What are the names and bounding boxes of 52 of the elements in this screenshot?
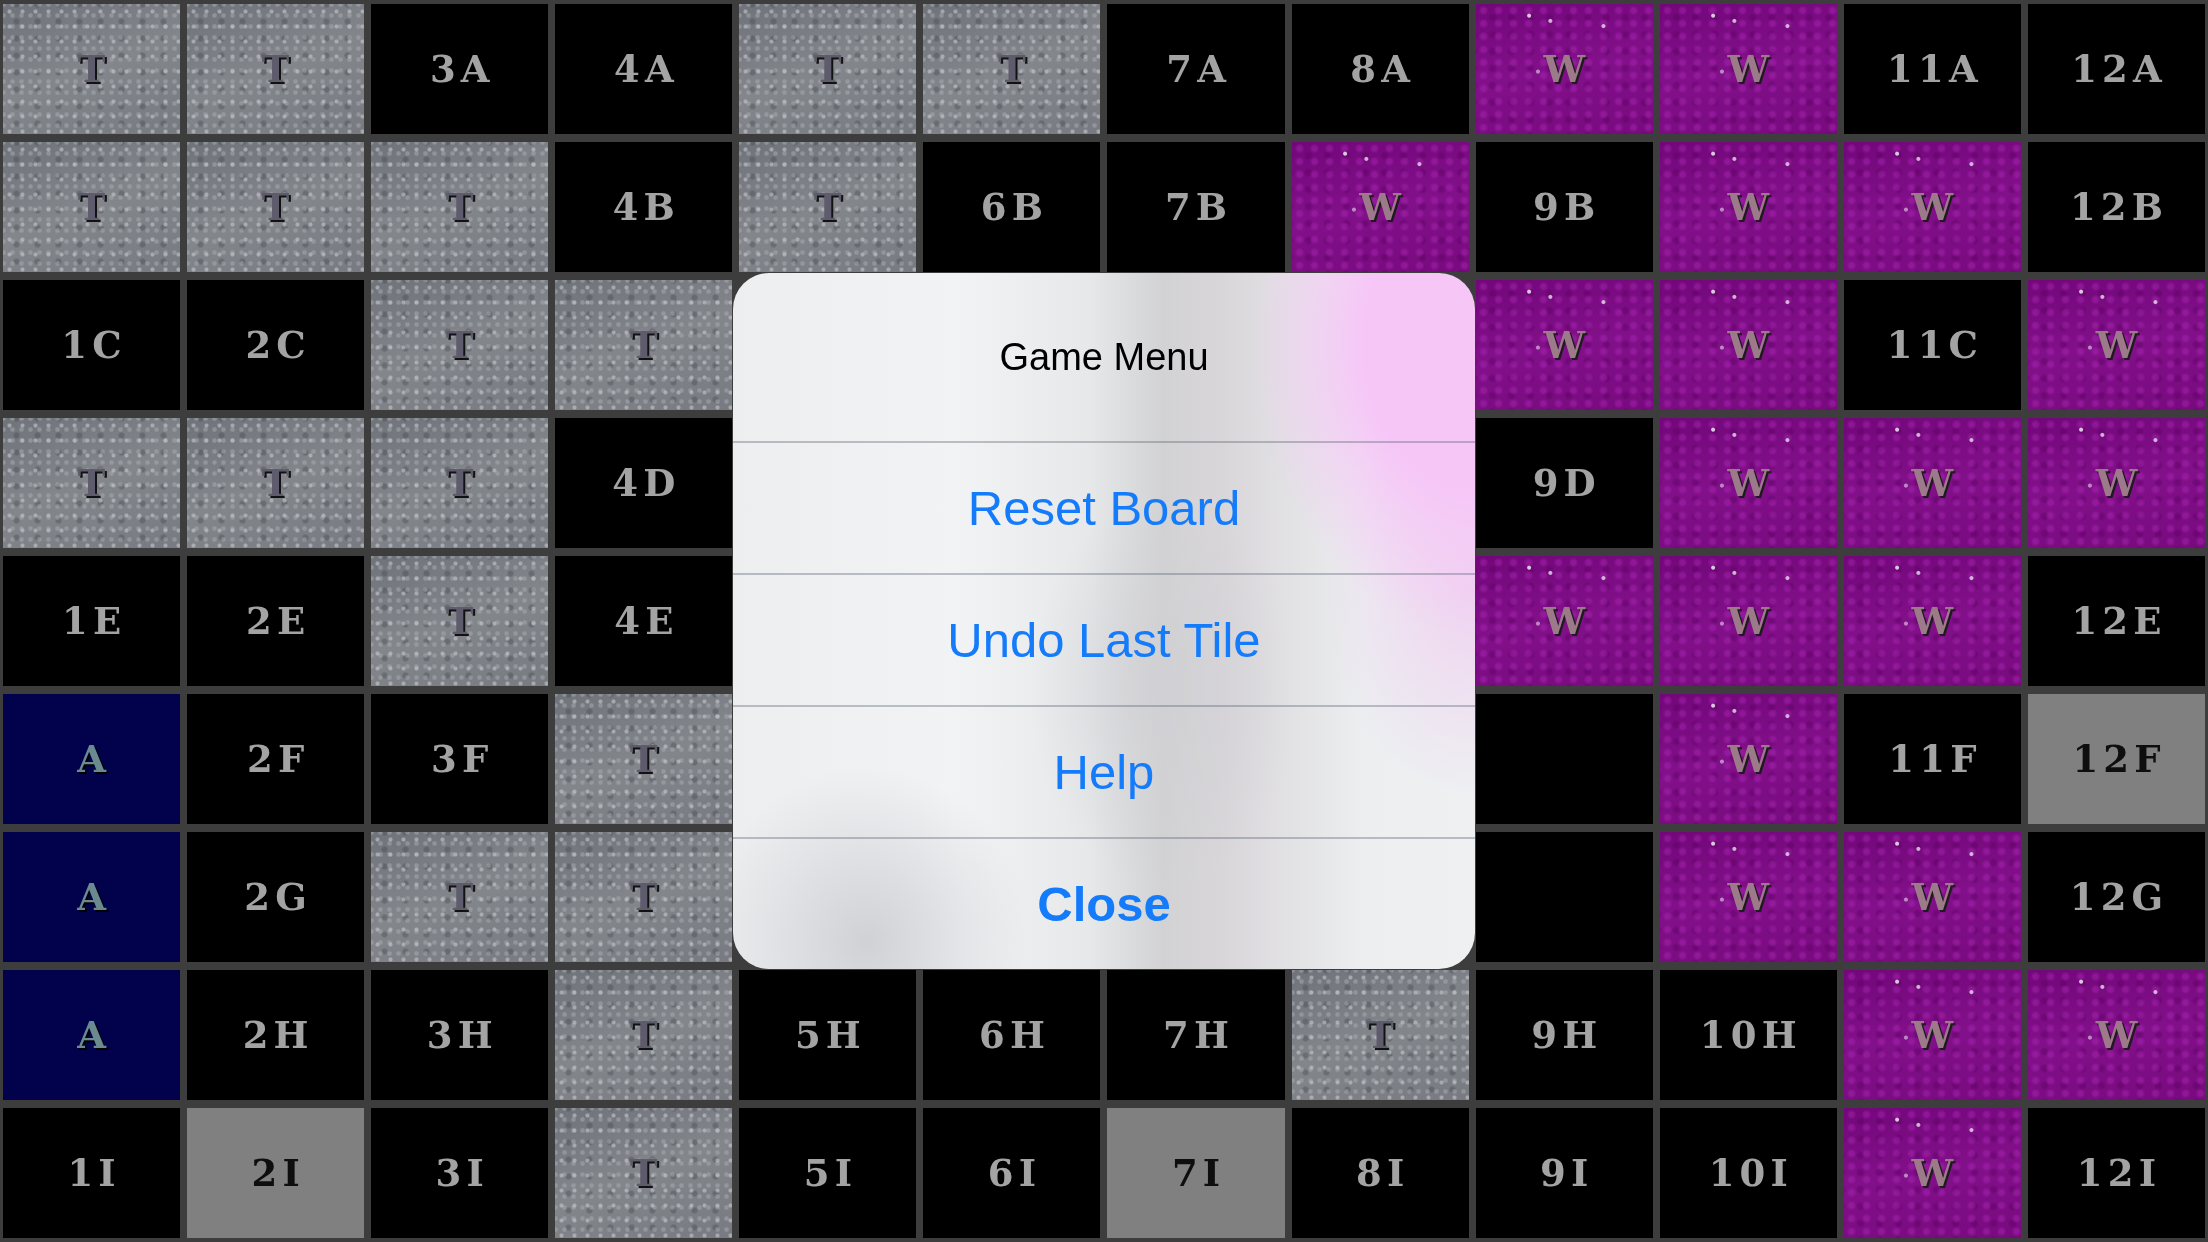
board-tile[interactable]: 6B <box>923 142 1101 272</box>
board-tile[interactable]: 6H <box>923 970 1101 1100</box>
board-tile[interactable]: 10H <box>1659 970 1837 1100</box>
board-tile[interactable]: A <box>3 694 181 824</box>
board-tile[interactable]: 2G <box>187 832 365 962</box>
board-tile[interactable]: 4E <box>555 556 733 686</box>
board-tile[interactable]: 2E <box>187 556 365 686</box>
board-tile[interactable]: 3I <box>371 1108 549 1238</box>
board-tile[interactable]: 1C <box>3 280 181 410</box>
board-tile[interactable]: 12E <box>2027 556 2205 686</box>
board-tile[interactable]: 8I <box>1291 1108 1469 1238</box>
board-tile[interactable]: 4A <box>555 4 733 134</box>
board-tile[interactable]: 1I <box>3 1108 181 1238</box>
board-tile[interactable]: 5H <box>739 970 917 1100</box>
board-tile[interactable]: 7I <box>1107 1108 1285 1238</box>
board-tile[interactable]: 12B <box>2027 142 2205 272</box>
board-tile[interactable]: 12I <box>2027 1108 2205 1238</box>
board-tile[interactable]: 3A <box>371 4 549 134</box>
board-tile[interactable]: A <box>3 970 181 1100</box>
board-tile[interactable]: 1E <box>3 556 181 686</box>
board-tile[interactable]: 11A <box>1843 4 2021 134</box>
board-tile[interactable]: 2F <box>187 694 365 824</box>
board-tile[interactable]: 7H <box>1107 970 1285 1100</box>
board-tile[interactable]: 11C <box>1843 280 2021 410</box>
board-tile[interactable]: 9D <box>1475 418 1653 548</box>
board-tile[interactable]: 2I <box>187 1108 365 1238</box>
board-tile[interactable]: 12G <box>2027 832 2205 962</box>
board-tile[interactable]: 12F <box>2027 694 2205 824</box>
board-tile[interactable]: 7B <box>1107 142 1285 272</box>
board-tile[interactable]: 5I <box>739 1108 917 1238</box>
menu-button[interactable]: Help <box>733 705 1475 837</box>
board-tile[interactable]: 10I <box>1659 1108 1837 1238</box>
board-tile[interactable]: 11F <box>1843 694 2021 824</box>
board-tile[interactable]: 3F <box>371 694 549 824</box>
empty-tile[interactable] <box>1475 694 1653 824</box>
board-tile[interactable]: 3H <box>371 970 549 1100</box>
board-tile[interactable]: 4D <box>555 418 733 548</box>
board-tile[interactable]: 2H <box>187 970 365 1100</box>
board-tile[interactable]: 9H <box>1475 970 1653 1100</box>
board-tile[interactable]: 9I <box>1475 1108 1653 1238</box>
board-tile[interactable]: A <box>3 832 181 962</box>
board-tile[interactable]: 8A <box>1291 4 1469 134</box>
board-tile[interactable]: 9B <box>1475 142 1653 272</box>
board-tile[interactable]: 4B <box>555 142 733 272</box>
menu-button[interactable]: Undo Last Tile <box>733 573 1475 705</box>
board-tile[interactable]: 7A <box>1107 4 1285 134</box>
board-tile[interactable]: 6I <box>923 1108 1101 1238</box>
board-tile[interactable]: 12A <box>2027 4 2205 134</box>
empty-tile[interactable] <box>1475 832 1653 962</box>
board-tile[interactable]: 2C <box>187 280 365 410</box>
dialog-title: Game Menu <box>998 334 1210 380</box>
menu-button[interactable]: Reset Board <box>733 441 1475 573</box>
